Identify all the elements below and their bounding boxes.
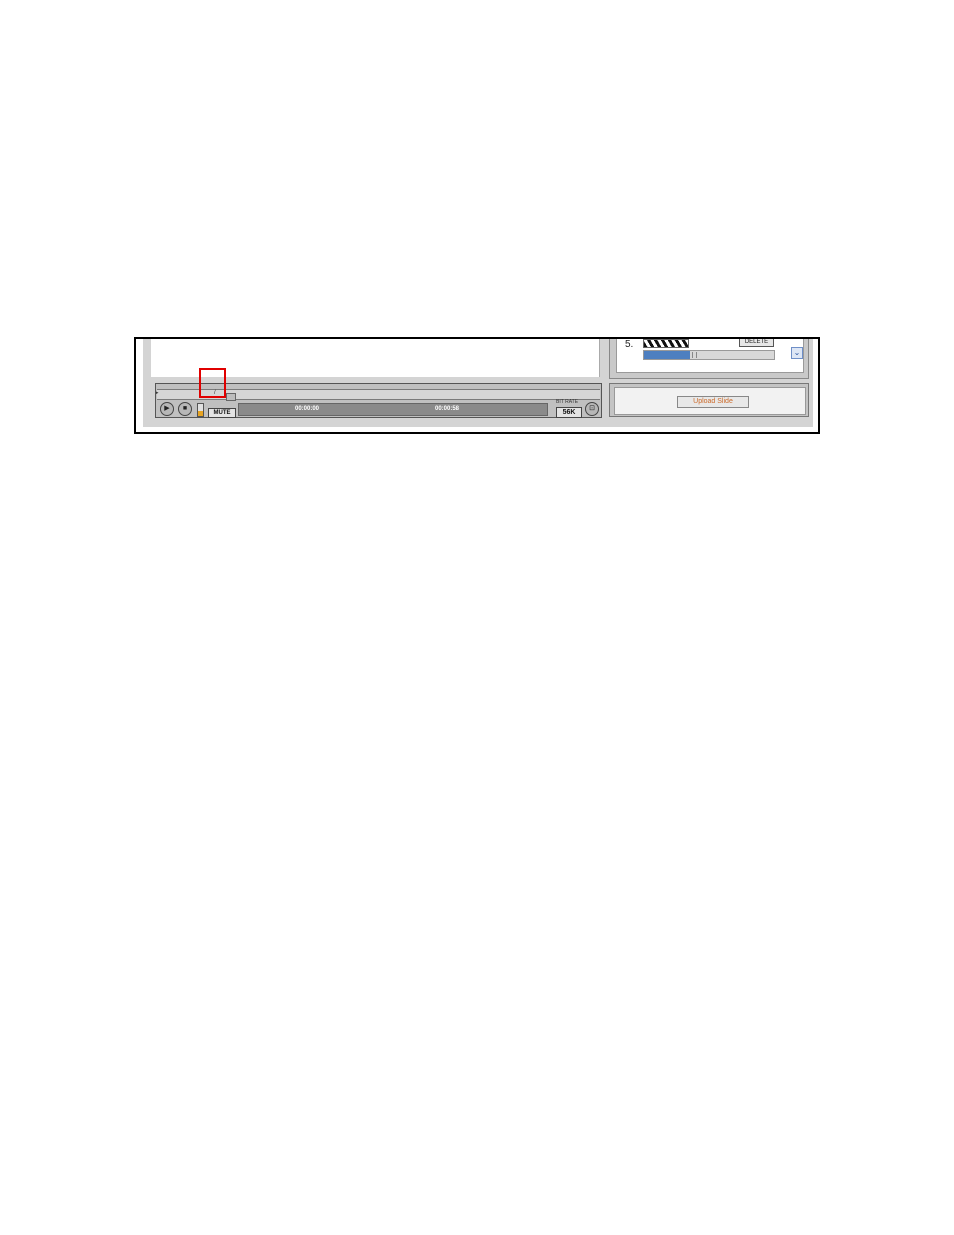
delete-slide-button[interactable]: DELETE xyxy=(739,339,774,347)
stop-button[interactable]: ■ xyxy=(178,402,192,416)
total-time: 00:00:58 xyxy=(435,406,460,412)
slide-number: 5. xyxy=(625,339,634,350)
play-button[interactable]: ▶ xyxy=(160,402,174,416)
slide-thumbnail[interactable] xyxy=(643,339,689,348)
bitrate-button[interactable]: 56K xyxy=(556,407,582,418)
upload-panel: Upload Slide xyxy=(609,383,809,417)
speed-caption: BIT RATE xyxy=(556,399,579,405)
volume-level xyxy=(198,411,203,416)
scrollbar-thumb[interactable] xyxy=(644,351,690,359)
editor-window: 5. DELETE ⌄ Upload Slide ▸ / ▶ ■ MUTE 00… xyxy=(143,339,813,427)
upload-slide-button[interactable]: Upload Slide xyxy=(677,396,749,408)
time-display: 00:00:00 00:00:58 xyxy=(238,403,548,416)
timeline-start-icon: ▸ xyxy=(156,390,159,396)
highlight-box xyxy=(199,368,226,398)
slide-list-panel: 5. DELETE ⌄ xyxy=(609,339,809,379)
elapsed-time: 00:00:00 xyxy=(295,406,320,412)
volume-slider[interactable] xyxy=(197,403,204,417)
timeline-scrubber[interactable] xyxy=(226,393,236,401)
slide-list-scrollbar[interactable] xyxy=(643,350,775,360)
mute-button[interactable]: MUTE xyxy=(208,408,236,418)
scroll-down-icon[interactable]: ⌄ xyxy=(791,347,803,359)
scrollbar-grip-icon xyxy=(692,352,697,358)
screenshot-frame: 5. DELETE ⌄ Upload Slide ▸ / ▶ ■ MUTE 00… xyxy=(134,337,820,434)
play-icon: ▶ xyxy=(164,405,170,412)
fullscreen-button[interactable]: ⊡ xyxy=(585,402,599,416)
fullscreen-icon: ⊡ xyxy=(589,405,595,412)
stop-icon: ■ xyxy=(182,405,188,412)
upload-area: Upload Slide xyxy=(614,387,806,415)
slide-list: 5. DELETE ⌄ xyxy=(616,339,804,373)
